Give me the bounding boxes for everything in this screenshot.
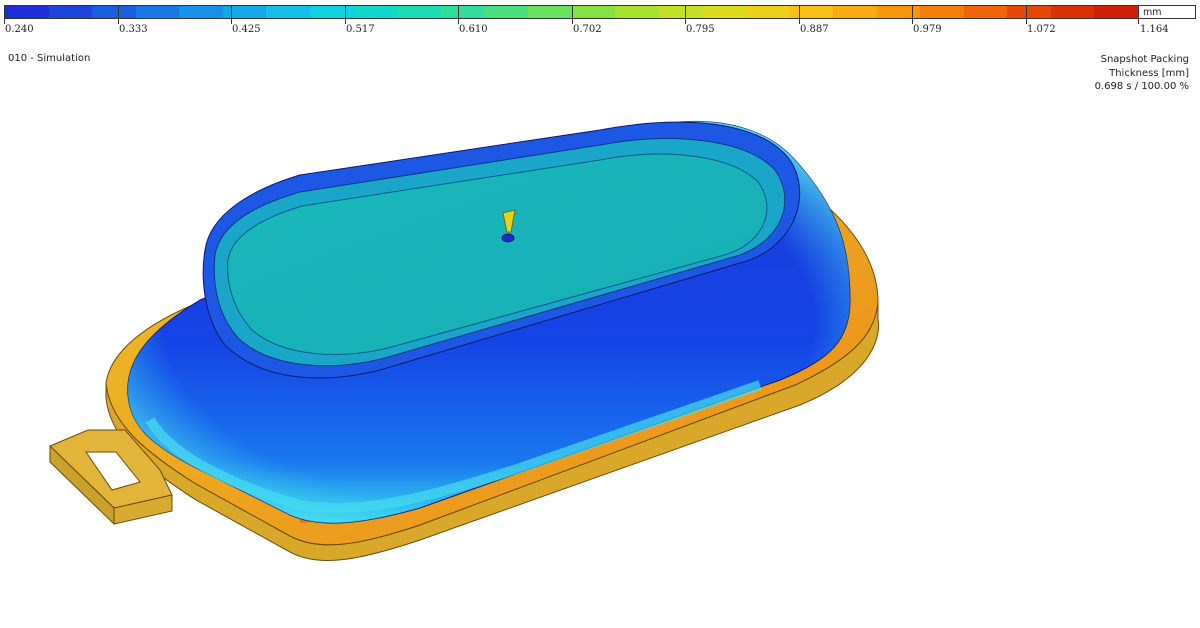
model-viewport[interactable] [0, 95, 1200, 628]
part-model [49, 120, 879, 561]
